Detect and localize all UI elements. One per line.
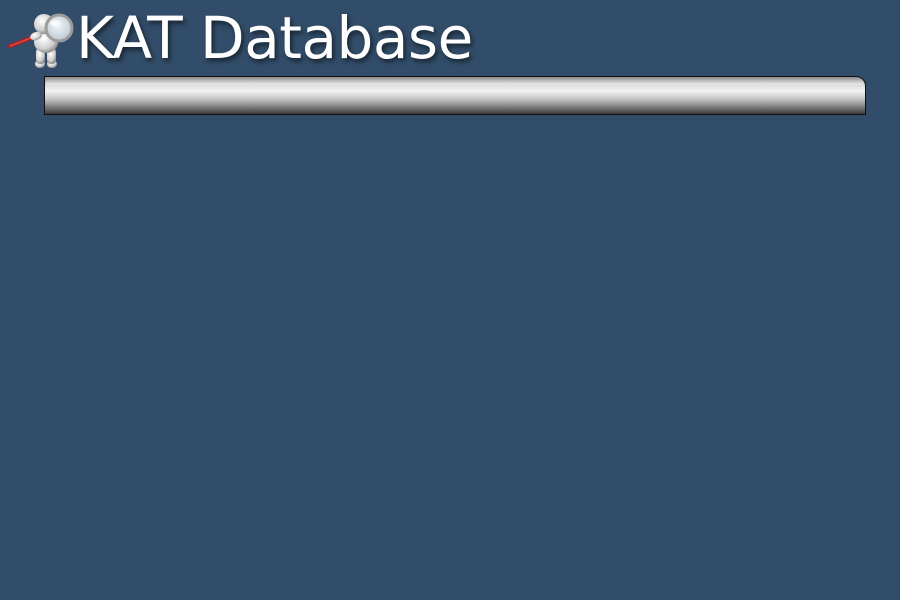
magnifier-figure-icon[interactable]	[6, 6, 76, 72]
app-title: KAT Database	[76, 4, 473, 72]
navigation-bar	[44, 76, 866, 115]
header: KAT Database	[0, 0, 900, 76]
page: KAT Database	[0, 0, 900, 600]
